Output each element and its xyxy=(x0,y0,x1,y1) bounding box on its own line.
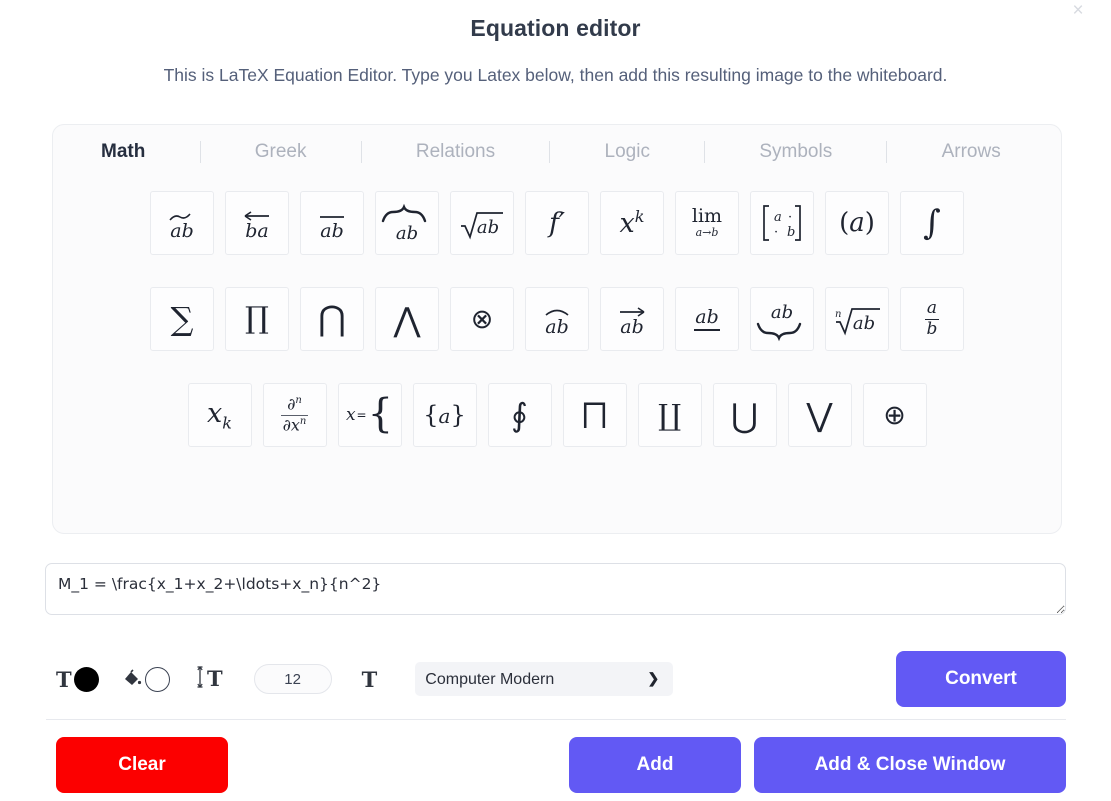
text-color-icon: T xyxy=(56,666,72,692)
symbol-matrix-bracket[interactable]: a · · b xyxy=(750,191,814,255)
font-family-select[interactable]: Computer Modern xyxy=(415,662,674,696)
svg-text:T: T xyxy=(207,666,223,691)
svg-text:ab: ab xyxy=(545,316,569,338)
font-family-select-wrap: Computer Modern ❯ xyxy=(377,662,674,696)
convert-button[interactable]: Convert xyxy=(896,651,1066,707)
symbol-f-prime[interactable]: f′ xyxy=(525,191,589,255)
tab-arrows[interactable]: Arrows xyxy=(928,141,1015,163)
symbol-row: xk ∂n ∂xn x ={ {a} ∮ ⨅ ∐ ⋃ ⋁ ⊕ xyxy=(53,383,1061,447)
fill-bucket-icon xyxy=(121,666,143,693)
text-color-button[interactable]: T xyxy=(56,666,99,692)
symbol-x-subscript-k[interactable]: xk xyxy=(187,383,252,447)
symbol-row: ab ba ab ab ab f′ xk lim a→b a · · b (a)… xyxy=(53,191,1061,255)
palette-tab-bar: Math Greek Relations Logic Symbols Arrow… xyxy=(53,125,1061,179)
text-color-swatch[interactable] xyxy=(73,666,99,692)
symbol-square-cup[interactable]: ⨅ xyxy=(562,383,627,447)
font-size-input[interactable] xyxy=(253,664,332,694)
tab-relations[interactable]: Relations xyxy=(402,141,509,163)
tab-divider xyxy=(360,141,362,163)
symbol-coproduct[interactable]: ∐ xyxy=(637,383,702,447)
tab-divider xyxy=(704,141,706,163)
symbol-x-superscript-k[interactable]: xk xyxy=(600,191,664,255)
symbol-limit[interactable]: lim a→b xyxy=(675,191,739,255)
fill-color-button[interactable] xyxy=(121,666,170,693)
symbol-product[interactable]: ∏ xyxy=(225,287,289,351)
symbol-widetilde-ab[interactable]: ab xyxy=(150,191,214,255)
tab-divider xyxy=(199,141,201,163)
font-size-icon: T xyxy=(196,662,230,697)
font-style-button[interactable]: T xyxy=(362,667,378,692)
svg-text:·: · xyxy=(774,225,778,240)
symbol-intersection-big[interactable]: ⋂ xyxy=(300,287,364,351)
svg-text:ab: ab xyxy=(853,313,875,334)
symbol-vec-ab[interactable]: ab xyxy=(600,287,664,351)
tab-symbols[interactable]: Symbols xyxy=(745,141,846,163)
svg-text:ab: ab xyxy=(396,223,418,244)
symbol-parenthesis-a[interactable]: (a) xyxy=(825,191,889,255)
symbol-partial-derivative[interactable]: ∂n ∂xn xyxy=(262,383,327,447)
svg-text:n: n xyxy=(835,309,841,320)
svg-text:ab: ab xyxy=(620,316,644,338)
symbol-underbrace-ab[interactable]: ab xyxy=(750,287,814,351)
symbol-cases-brace[interactable]: x ={ xyxy=(337,383,402,447)
symbol-logical-or[interactable]: ⋁ xyxy=(787,383,852,447)
tab-logic[interactable]: Logic xyxy=(591,141,664,163)
symbol-widehat-ab[interactable]: ab xyxy=(525,287,589,351)
tab-greek[interactable]: Greek xyxy=(241,141,321,163)
symbol-nth-root-ab[interactable]: n ab xyxy=(825,287,889,351)
symbol-overleftarrow-ba[interactable]: ba xyxy=(225,191,289,255)
svg-text:ab: ab xyxy=(170,220,194,242)
close-icon[interactable]: × xyxy=(1067,0,1089,22)
svg-text:ba: ba xyxy=(245,220,269,242)
symbol-otimes[interactable]: ⊗ xyxy=(450,287,514,351)
tab-math[interactable]: Math xyxy=(79,141,159,163)
font-style-icon: T xyxy=(361,666,378,692)
footer-divider xyxy=(46,719,1066,720)
dialog-subtitle: This is LaTeX Equation Editor. Type you … xyxy=(163,65,948,85)
symbol-integral[interactable]: ∫ xyxy=(900,191,964,255)
tab-divider xyxy=(549,141,551,163)
svg-text:·: · xyxy=(788,210,792,225)
symbol-overline-ab[interactable]: ab xyxy=(300,191,364,255)
symbol-palette-card: Math Greek Relations Logic Symbols Arrow… xyxy=(52,124,1062,534)
add-and-close-window-button[interactable]: Add & Close Window xyxy=(754,737,1066,793)
symbol-summation[interactable]: ∑ xyxy=(150,287,214,351)
symbol-contour-integral[interactable]: ∮ xyxy=(487,383,552,447)
latex-input[interactable] xyxy=(45,563,1066,615)
svg-text:ab: ab xyxy=(771,302,793,323)
svg-text:a: a xyxy=(774,210,782,225)
symbol-sqrt-ab[interactable]: ab xyxy=(450,191,514,255)
fill-color-swatch[interactable] xyxy=(144,666,170,692)
symbol-fraction-a-over-b[interactable]: a b xyxy=(900,287,964,351)
symbol-row: ∑ ∏ ⋂ ⋀ ⊗ ab ab ab ab n ab a b xyxy=(53,287,1061,351)
symbol-set-braces-a[interactable]: {a} xyxy=(412,383,477,447)
svg-text:ab: ab xyxy=(320,220,344,242)
symbol-logical-and-big[interactable]: ⋀ xyxy=(375,287,439,351)
tab-divider xyxy=(886,141,888,163)
add-button[interactable]: Add xyxy=(569,737,741,793)
clear-button[interactable]: Clear xyxy=(56,737,228,793)
symbol-underline-ab[interactable]: ab xyxy=(675,287,739,351)
symbol-oplus[interactable]: ⊕ xyxy=(862,383,927,447)
format-toolbar: T T T Computer Modern ❯ Convert xyxy=(56,648,1066,710)
footer-actions: Clear Add Add & Close Window xyxy=(56,737,1066,793)
symbol-union-big[interactable]: ⋃ xyxy=(712,383,777,447)
page-title: Equation editor xyxy=(470,15,641,41)
svg-text:ab: ab xyxy=(695,306,719,328)
svg-text:b: b xyxy=(787,225,795,240)
symbol-overbrace-ab[interactable]: ab xyxy=(375,191,439,255)
svg-text:ab: ab xyxy=(477,217,499,238)
font-size-button[interactable]: T xyxy=(196,662,230,697)
